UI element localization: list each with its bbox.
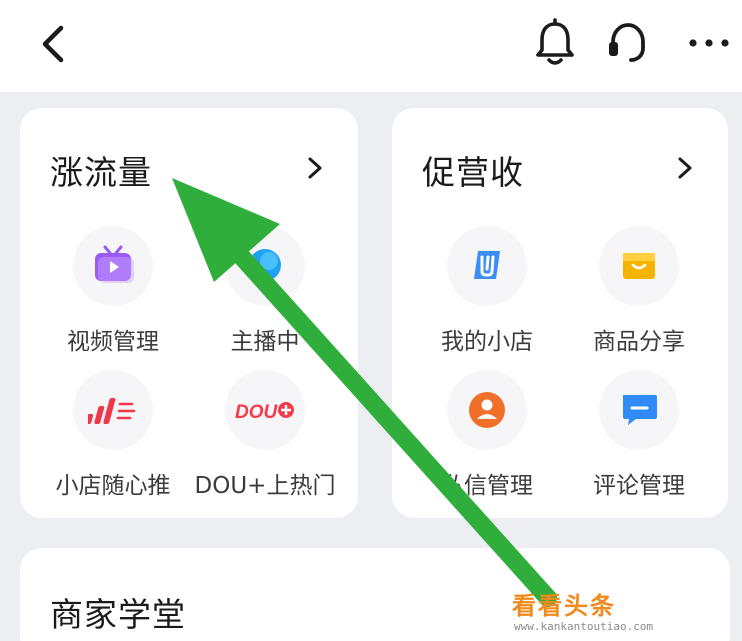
chevron-right-icon[interactable]: [674, 154, 696, 182]
watermark: 看看头条 www.kankantoutiao.com: [512, 586, 732, 636]
user-circle-icon: [447, 370, 527, 450]
chevron-right-icon[interactable]: [304, 154, 326, 182]
tile-product-share[interactable]: 商品分享: [564, 226, 714, 356]
tile-comment-management[interactable]: 评论管理: [564, 370, 714, 500]
academy-card-title: 商家学堂: [50, 595, 186, 634]
video-tv-icon: [73, 226, 153, 306]
tile-label: 我的小店: [441, 329, 533, 355]
svg-text:DOU: DOU: [235, 402, 279, 423]
tile-label: 商品分享: [593, 329, 685, 355]
tile-label: 小店随心推: [55, 473, 171, 499]
tile-label: DOU+上热门: [194, 473, 336, 499]
headset-icon[interactable]: [604, 18, 652, 68]
traffic-card-title: 涨流量: [50, 153, 152, 192]
shop-logo-icon: [447, 226, 527, 306]
tile-label: 视频管理: [67, 329, 159, 355]
dou-plus-icon: DOU: [225, 370, 305, 450]
chevron-left-icon[interactable]: [34, 22, 74, 66]
revenue-card-title: 促营收: [422, 153, 524, 192]
tile-my-shop[interactable]: 我的小店: [412, 226, 562, 356]
tile-dou-plus[interactable]: DOU DOU+上热门: [190, 370, 340, 500]
bell-icon[interactable]: [532, 18, 578, 68]
traffic-card: 涨流量 视频管理 主播中 小店随心推 DOU DOU+上热门: [20, 108, 358, 518]
watermark-url: www.kankantoutiao.com: [514, 620, 654, 633]
tile-label: 评论管理: [593, 473, 685, 499]
top-bar: [0, 0, 742, 92]
anchor-bubble-icon: [225, 226, 305, 306]
shopping-bag-icon: [599, 226, 679, 306]
tile-shop-boost[interactable]: 小店随心推: [38, 370, 188, 500]
revenue-card: 促营收 我的小店 商品分享 私信管理 评论管理: [392, 108, 728, 518]
more-dots-icon[interactable]: [686, 30, 732, 56]
tile-video-management[interactable]: 视频管理: [38, 226, 188, 356]
tile-label: 主播中: [230, 329, 300, 355]
boost-speed-icon: [73, 370, 153, 450]
comment-bubble-icon: [599, 370, 679, 450]
tile-label: 私信管理: [441, 473, 533, 499]
tile-message-management[interactable]: 私信管理: [412, 370, 562, 500]
watermark-logo-text: 看看头条: [512, 592, 616, 620]
tile-anchor-center[interactable]: 主播中: [190, 226, 340, 356]
